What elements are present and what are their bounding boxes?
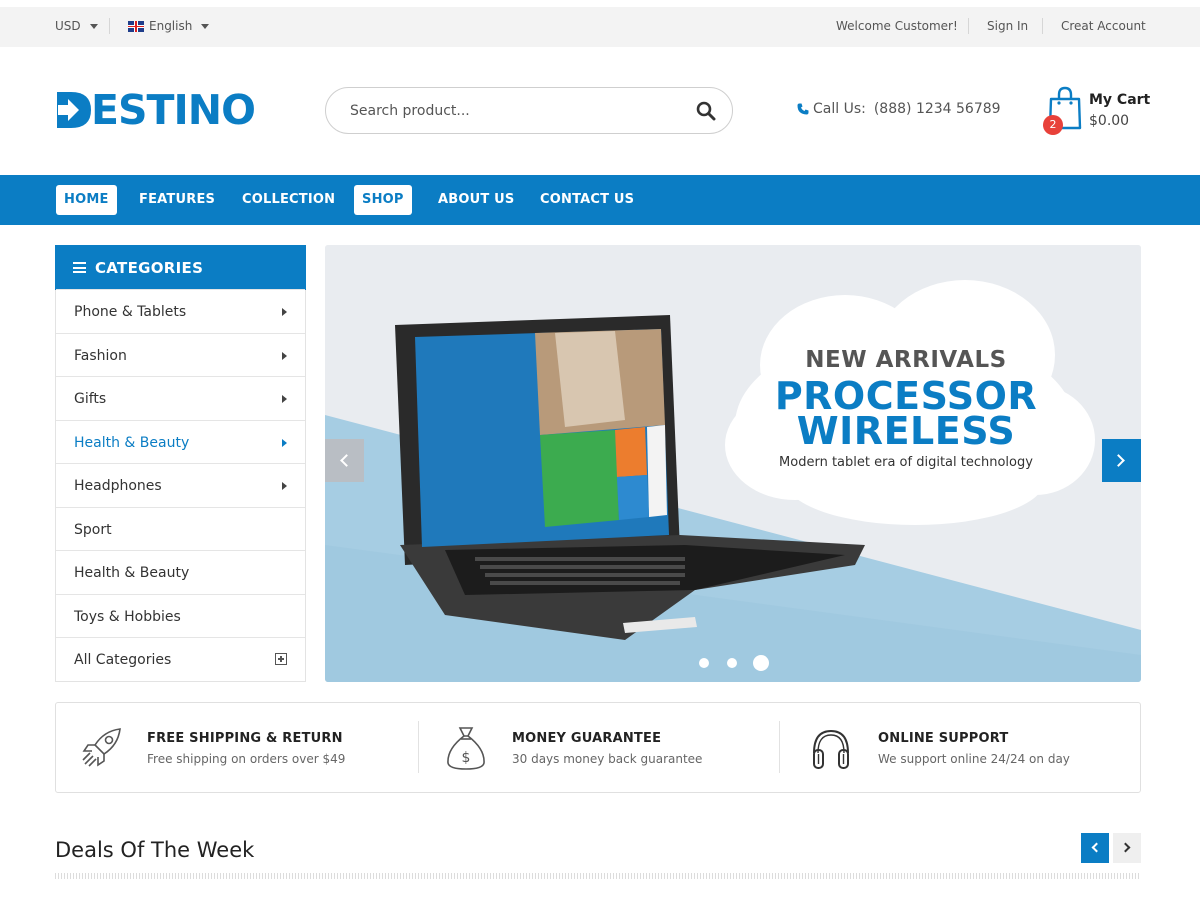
logo-text: ESTINO: [91, 86, 256, 134]
slide-title: PROCESSOR WIRELESS: [765, 377, 1047, 453]
caret-right-icon: [282, 352, 287, 360]
slide-subtitle: Modern tablet era of digital technology: [779, 455, 1033, 470]
search-input[interactable]: [350, 100, 680, 122]
sign-in-link[interactable]: Sign In: [987, 19, 1028, 33]
create-account-link[interactable]: Creat Account: [1061, 19, 1146, 33]
deals-next-button[interactable]: [1113, 833, 1141, 863]
feature-desc: We support online 24/24 on day: [878, 752, 1070, 766]
feature-title: MONEY GUARANTEE: [512, 731, 662, 746]
chevron-left-icon: [1091, 842, 1102, 853]
slide-title-line2: WIRELESS: [796, 409, 1016, 453]
headphones-icon: [813, 729, 849, 769]
feature-title: FREE SHIPPING & RETURN: [147, 731, 343, 746]
caret-right-icon: [282, 308, 287, 316]
nav-contact-us[interactable]: CONTACT US: [532, 185, 642, 215]
svg-text:$: $: [462, 750, 471, 766]
language-label: English: [149, 19, 193, 33]
category-sport[interactable]: Sport: [56, 507, 305, 551]
slider-dot-3[interactable]: [753, 655, 769, 671]
categories-title: CATEGORIES: [95, 258, 204, 277]
category-health-beauty[interactable]: Health & Beauty: [56, 420, 305, 464]
slider-dot-1[interactable]: [699, 658, 709, 668]
caret-right-icon: [282, 439, 287, 447]
nav-features[interactable]: FEATURES: [131, 185, 223, 215]
category-label: Gifts: [74, 390, 107, 407]
feature-shipping: FREE SHIPPING & RETURN Free shipping on …: [56, 703, 418, 792]
category-phone-tablets[interactable]: Phone & Tablets: [56, 289, 305, 333]
section-divider: [55, 873, 1141, 879]
search-icon[interactable]: [696, 101, 716, 121]
category-label: Health & Beauty: [74, 564, 190, 581]
categories-menu: CATEGORIES Phone & Tablets Fashion Gifts…: [55, 245, 306, 682]
plus-square-icon: [275, 653, 287, 665]
category-fashion[interactable]: Fashion: [56, 333, 305, 377]
nav-collection[interactable]: COLLECTION: [234, 185, 343, 215]
phone-icon: [797, 103, 809, 115]
category-label: Sport: [74, 521, 112, 538]
welcome-text: Welcome Customer!: [836, 19, 958, 33]
slider-dot-2[interactable]: [727, 658, 737, 668]
call-us: Call Us: (888) 1234 56789: [797, 101, 1001, 117]
feature-money: $ MONEY GUARANTEE 30 days money back gua…: [419, 703, 779, 792]
category-label: Fashion: [74, 347, 127, 364]
nav-shop[interactable]: SHOP: [354, 185, 412, 215]
chevron-down-icon: [89, 23, 98, 29]
uk-flag-icon: [128, 20, 144, 32]
category-label: All Categories: [74, 651, 172, 668]
cart-title: My Cart: [1089, 92, 1151, 108]
slider-next-button[interactable]: [1102, 439, 1141, 482]
cart-count-badge: 2: [1043, 115, 1063, 135]
slide-caption: NEW ARRIVALS PROCESSOR WIRELESS Modern t…: [765, 347, 1047, 470]
chevron-right-icon: [1120, 842, 1131, 853]
category-label: Health & Beauty: [74, 434, 190, 451]
feature-desc: 30 days money back guarantee: [512, 752, 703, 766]
top-bar: USD English Welcome Customer! Sign In Cr…: [0, 7, 1200, 47]
nav-home[interactable]: HOME: [56, 185, 117, 215]
main-nav: HOME FEATURES COLLECTION SHOP ABOUT US C…: [0, 175, 1200, 225]
site-logo[interactable]: ESTINO: [55, 90, 256, 131]
feature-desc: Free shipping on orders over $49: [147, 752, 346, 766]
feature-title: ONLINE SUPPORT: [878, 731, 1009, 746]
hero-slider[interactable]: NEW ARRIVALS PROCESSOR WIRELESS Modern t…: [325, 245, 1141, 682]
call-label: Call Us:: [813, 101, 866, 117]
divider: [1042, 18, 1043, 34]
category-all[interactable]: All Categories: [56, 637, 305, 681]
features-bar: FREE SHIPPING & RETURN Free shipping on …: [55, 702, 1141, 793]
menu-icon: [73, 262, 86, 273]
deals-prev-button[interactable]: [1081, 833, 1109, 863]
category-headphones[interactable]: Headphones: [56, 463, 305, 507]
slide-eyebrow: NEW ARRIVALS: [805, 347, 1007, 373]
search-bar: [325, 87, 733, 134]
feature-support: ONLINE SUPPORT We support online 24/24 o…: [780, 703, 1140, 792]
divider: [109, 18, 110, 34]
deals-title: Deals Of The Week: [55, 838, 255, 862]
nav-about-us[interactable]: ABOUT US: [430, 185, 523, 215]
mini-cart[interactable]: 2 My Cart $0.00: [1043, 84, 1153, 140]
category-label: Toys & Hobbies: [74, 608, 181, 625]
currency-selector[interactable]: USD: [55, 19, 98, 33]
category-gifts[interactable]: Gifts: [56, 376, 305, 420]
categories-header[interactable]: CATEGORIES: [55, 245, 306, 290]
slider-prev-button[interactable]: [325, 439, 364, 482]
chevron-left-icon: [340, 454, 353, 467]
cart-total: $0.00: [1089, 113, 1130, 129]
chevron-right-icon: [1112, 454, 1125, 467]
caret-right-icon: [282, 395, 287, 403]
caret-right-icon: [282, 482, 287, 490]
call-number[interactable]: (888) 1234 56789: [874, 101, 1001, 117]
category-toys-hobbies[interactable]: Toys & Hobbies: [56, 594, 305, 638]
chevron-down-icon: [201, 23, 210, 29]
category-label: Headphones: [74, 477, 162, 494]
divider: [968, 18, 969, 34]
money-bag-icon: $: [447, 727, 485, 770]
currency-label: USD: [55, 19, 81, 33]
language-selector[interactable]: English: [128, 19, 210, 33]
category-label: Phone & Tablets: [74, 303, 187, 320]
category-health-beauty-2[interactable]: Health & Beauty: [56, 550, 305, 594]
rocket-icon: [82, 728, 121, 767]
